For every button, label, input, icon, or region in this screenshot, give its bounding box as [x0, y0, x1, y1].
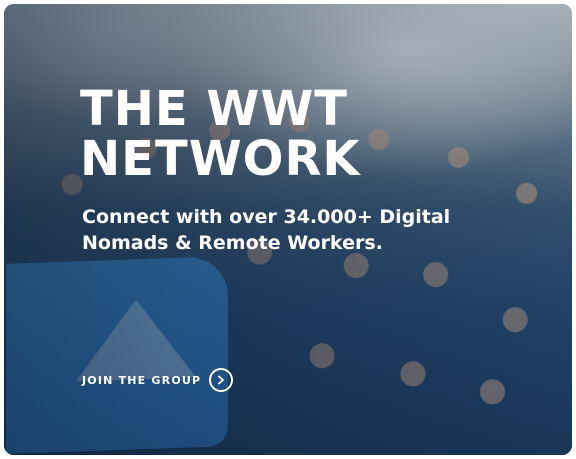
hero-subtitle: Connect with over 34.000+ Digital Nomads… — [82, 204, 462, 256]
hero-subtitle-line-1: Connect with over 34.000+ Digital — [82, 206, 451, 228]
join-group-button[interactable]: JOIN THE GROUP — [82, 368, 234, 392]
hero-content: THE WWT NETWORK Connect with over 34.000… — [4, 4, 572, 455]
hero-subtitle-line-2: Nomads & Remote Workers. — [82, 232, 383, 254]
hero-card: THE WWT NETWORK Connect with over 34.000… — [4, 4, 572, 455]
hero-title-line-2: NETWORK — [80, 131, 361, 187]
join-group-label: JOIN THE GROUP — [82, 373, 202, 387]
hero-title-line-1: THE WWT — [80, 81, 349, 137]
hero-title: THE WWT NETWORK — [80, 84, 440, 184]
chevron-right-icon[interactable] — [209, 368, 234, 392]
